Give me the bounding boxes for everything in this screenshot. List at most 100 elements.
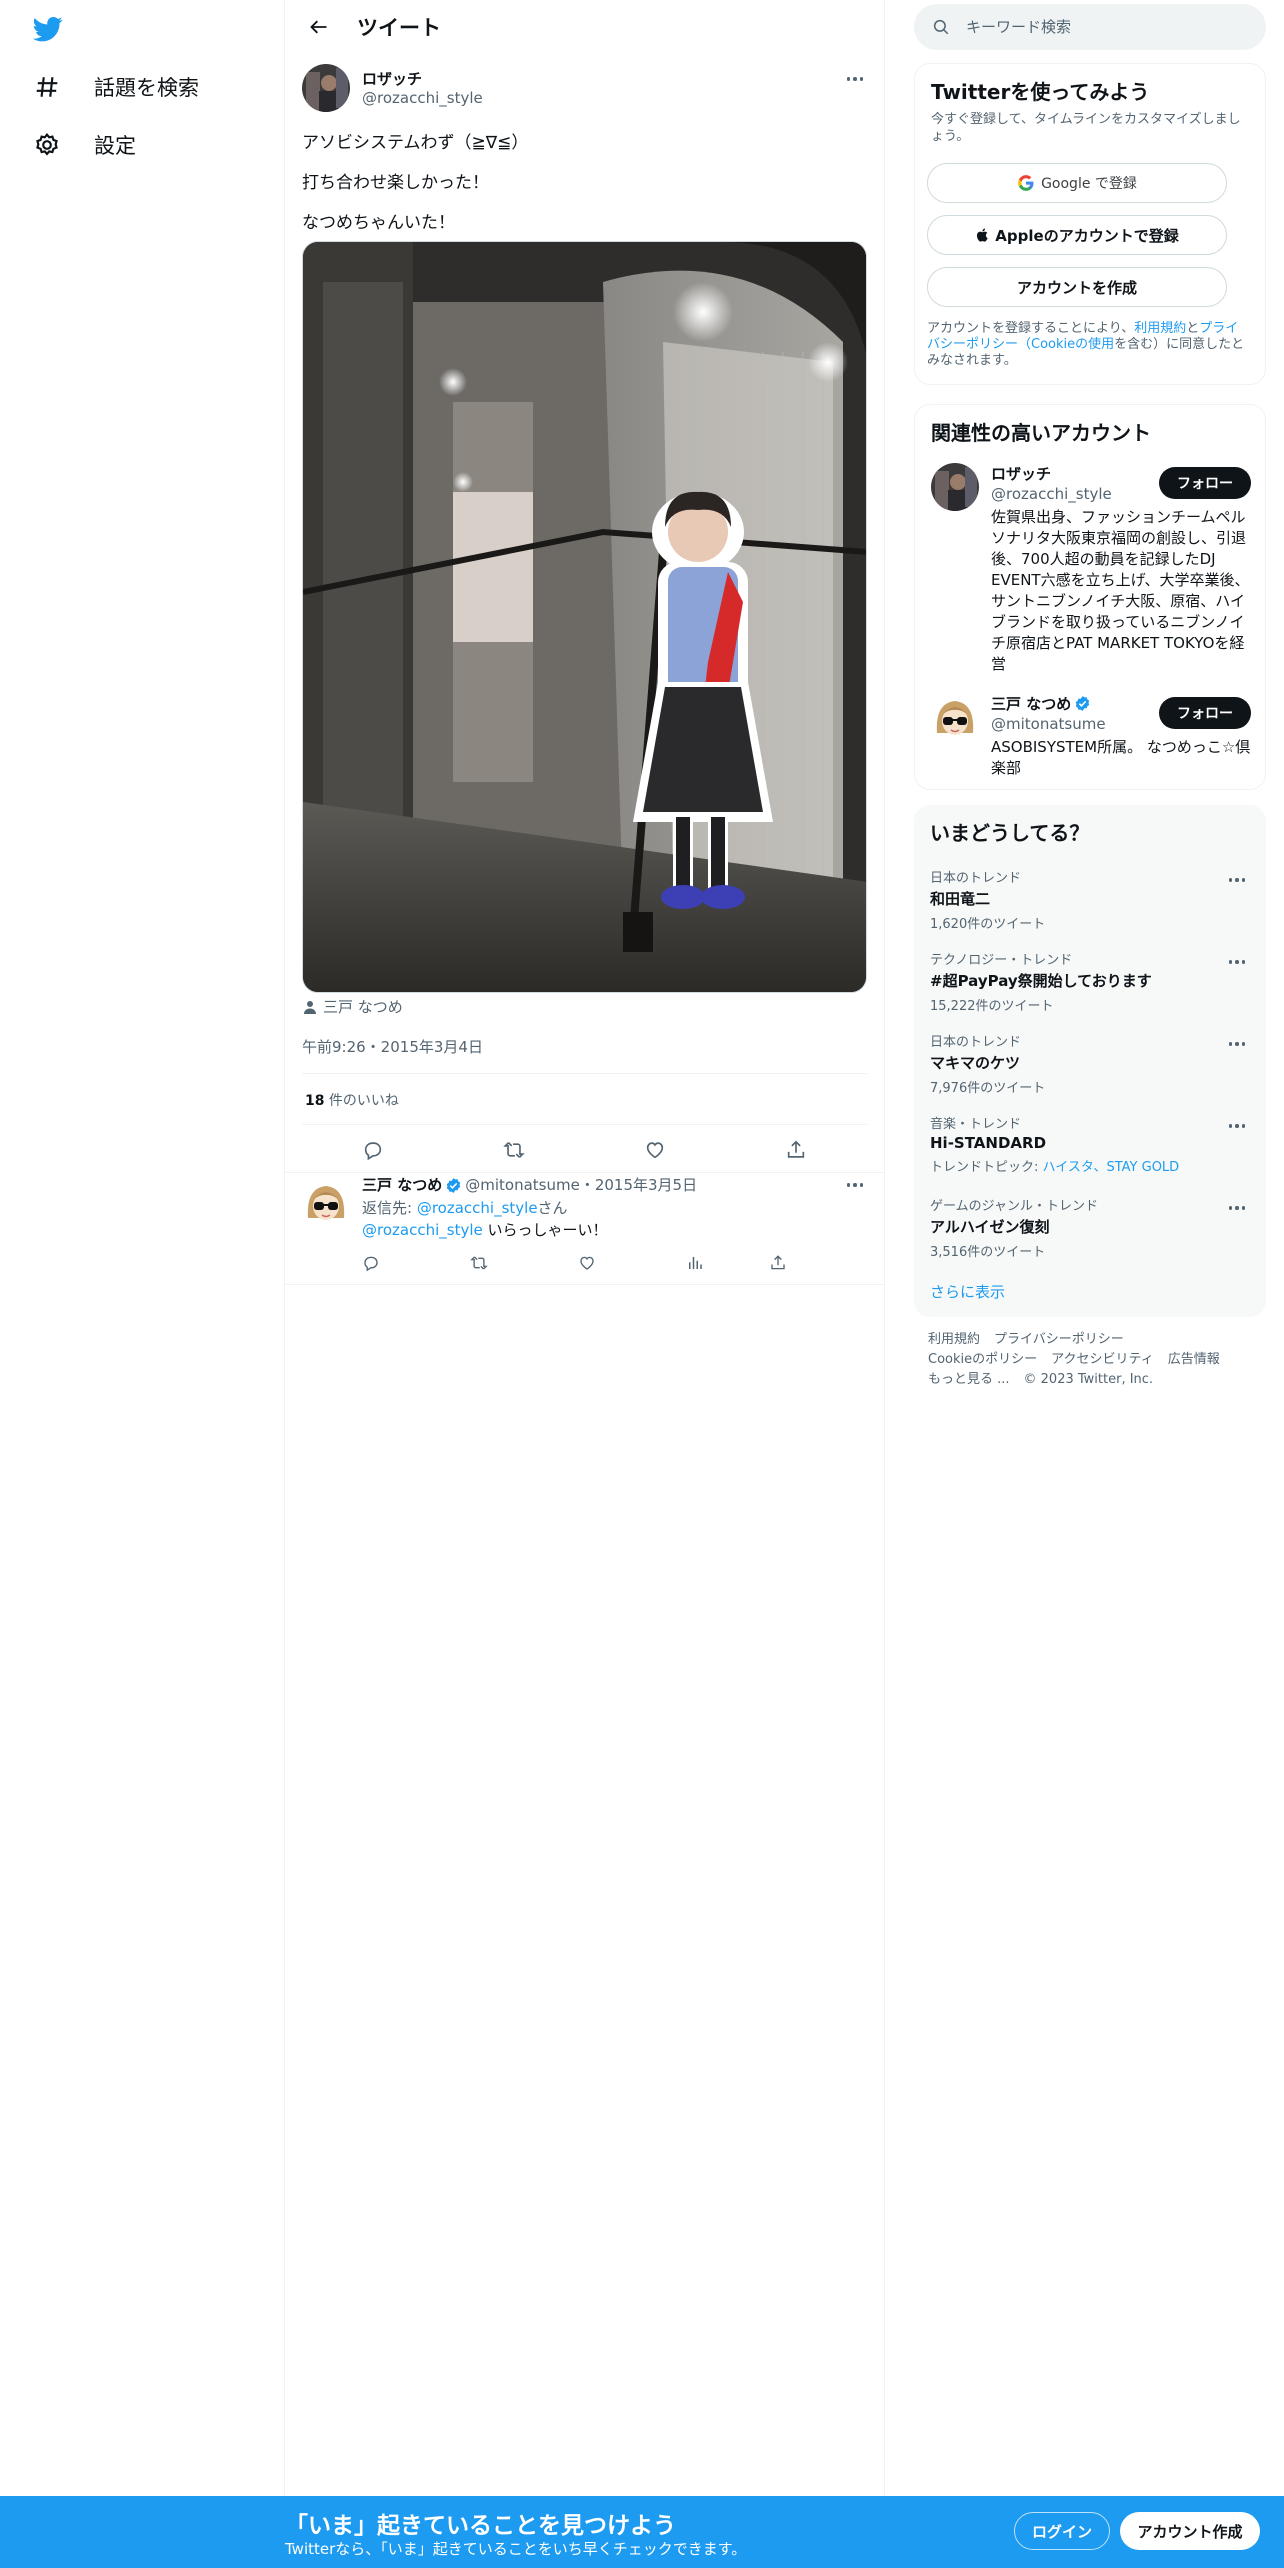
nav-settings[interactable]: 設定	[30, 117, 136, 173]
account-name[interactable]: ロザッチ	[991, 463, 1051, 484]
back-arrow-icon[interactable]	[301, 9, 337, 45]
trends-card: いまどうしてる？ 日本のトレンド 和田竜二 1,620件のツイート テクノロジー…	[914, 805, 1266, 1317]
footer-cookie-link[interactable]: Cookieのポリシー	[928, 1352, 1037, 1367]
trend-count: 15,222件のツイート	[930, 999, 1054, 1014]
share-icon[interactable]	[776, 1130, 816, 1170]
footer-accessibility-link[interactable]: アクセシビリティ	[1051, 1352, 1154, 1367]
show-more-link[interactable]: さらに表示	[930, 1281, 1005, 1302]
account-handle[interactable]: @mitonatsume	[991, 715, 1106, 733]
google-signup-label: Google で登録	[1041, 176, 1137, 192]
login-button[interactable]: ログイン	[1014, 2512, 1110, 2550]
signup-subtitle: 今すぐ登録して、タイムラインをカスタマイズしましょう。	[931, 112, 1241, 144]
apple-signup-button[interactable]: Appleのアカウントで登録	[927, 215, 1227, 255]
footer-more-link[interactable]: もっと見る ...	[928, 1372, 1010, 1387]
footer-copyright: © 2023 Twitter, Inc.	[1023, 1372, 1154, 1387]
trend-more-icon[interactable]	[1224, 1031, 1250, 1057]
trend-meta: テクノロジー・トレンド	[930, 953, 1073, 968]
trend-meta: 日本のトレンド	[930, 1035, 1022, 1050]
follow-button[interactable]: フォロー	[1159, 697, 1251, 729]
divider	[302, 1073, 867, 1074]
trend-more-icon[interactable]	[1224, 1195, 1250, 1221]
trend-meta: 日本のトレンド	[930, 871, 1022, 886]
reply-author-name[interactable]: 三戸 なつめ	[362, 1175, 442, 1195]
replying-to: 返信先: @rozacchi_styleさん	[362, 1197, 568, 1218]
retweet-icon[interactable]	[494, 1130, 534, 1170]
footer-terms-link[interactable]: 利用規約	[928, 1332, 980, 1347]
author-avatar[interactable]	[302, 64, 350, 112]
main-column: ツイート ロザッチ @rozacchi_style アソビシステムわず（≧∇≦）…	[285, 0, 885, 2568]
follow-button[interactable]: フォロー	[1159, 467, 1251, 499]
trend-more-icon[interactable]	[1224, 1113, 1250, 1139]
author-name[interactable]: ロザッチ	[362, 70, 483, 89]
create-account-button[interactable]: アカウントを作成	[927, 267, 1227, 307]
trend-more-icon[interactable]	[1224, 867, 1250, 893]
reply-views-icon[interactable]	[686, 1252, 769, 1274]
reply-retweet-icon[interactable]	[470, 1252, 578, 1274]
trend-meta: 音楽・トレンド	[930, 1117, 1022, 1132]
account-item[interactable]: ロザッチ @rozacchi_style フォロー 佐賀県出身、ファッションチー…	[931, 463, 1251, 673]
reply-date[interactable]: ・2015年3月5日	[580, 1175, 697, 1195]
terms-link[interactable]: 利用規約	[1134, 321, 1186, 336]
twitter-logo-icon[interactable]	[32, 14, 64, 44]
more-options-icon[interactable]	[842, 66, 868, 92]
tweet-photo[interactable]	[302, 241, 867, 993]
trend-count: 3,516件のツイート	[930, 1245, 1046, 1260]
reply-share-icon[interactable]	[769, 1252, 829, 1274]
trend-item[interactable]: 音楽・トレンド Hi-STANDARD トレンドトピック: ハイスタ、STAY …	[930, 1113, 1250, 1175]
reply-body: いらっしゃーい！	[482, 1221, 608, 1239]
gear-icon	[30, 128, 64, 162]
trend-name: #超PayPay祭開始しております	[930, 972, 1152, 990]
footer-ads-link[interactable]: 広告情報	[1168, 1352, 1220, 1367]
account-avatar[interactable]	[931, 463, 979, 511]
signup-title: Twitterを使ってみよう	[931, 80, 1150, 104]
nav-explore[interactable]: 話題を検索	[30, 59, 199, 115]
search-bar[interactable]	[914, 4, 1266, 50]
trend-item[interactable]: 日本のトレンド マキマのケツ 7,976件のツイート	[930, 1031, 1250, 1096]
account-item[interactable]: 三戸 なつめ @mitonatsume フォロー ASOBISYSTEM所属。 …	[931, 693, 1251, 783]
author-handle[interactable]: @rozacchi_style	[362, 89, 483, 108]
relevant-accounts-card: 関連性の高いアカウント ロザッチ @rozacchi_style フォロー 佐賀…	[914, 404, 1266, 790]
trend-name: 和田竜二	[930, 890, 991, 908]
apple-logo-icon	[977, 228, 988, 242]
tweet-timestamp[interactable]: 午前9:26・2015年3月4日	[302, 1036, 483, 1057]
replying-to-link[interactable]: @rozacchi_style	[417, 1199, 538, 1217]
verified-badge-icon	[1076, 696, 1090, 711]
signup-button[interactable]: アカウント作成	[1120, 2512, 1260, 2550]
page-title: ツイート	[357, 16, 441, 40]
trend-item[interactable]: ゲームのジャンル・トレンド アルハイゼン復刻 3,516件のツイート	[930, 1195, 1250, 1260]
trend-count: 1,620件のツイート	[930, 917, 1046, 932]
trend-item[interactable]: 日本のトレンド 和田竜二 1,620件のツイート	[930, 867, 1250, 932]
mention-link[interactable]: @rozacchi_style	[362, 1221, 483, 1239]
legal-prefix: アカウントを登録することにより、	[927, 321, 1135, 336]
tweet-author: ロザッチ @rozacchi_style	[285, 64, 884, 124]
reply-reply-icon[interactable]	[362, 1252, 470, 1274]
nav-explore-label: 話題を検索	[94, 76, 199, 100]
likes-count[interactable]: 18 件のいいね	[305, 1090, 399, 1110]
tagged-user[interactable]: 三戸 なつめ	[302, 996, 403, 1017]
relevant-title: 関連性の高いアカウント	[931, 421, 1151, 445]
trend-topics: トレンドトピック: ハイスタ、STAY GOLD	[930, 1156, 1250, 1175]
reply-avatar[interactable]	[302, 1178, 350, 1226]
trends-title: いまどうしてる？	[930, 821, 1090, 845]
reply-text: @rozacchi_style いらっしゃーい！	[362, 1219, 608, 1240]
tweet-actions	[302, 1130, 867, 1170]
reply-like-heart-icon[interactable]	[578, 1252, 686, 1274]
google-signup-button[interactable]: Google で登録	[927, 163, 1227, 203]
like-heart-icon[interactable]	[635, 1130, 675, 1170]
trend-name: Hi-STANDARD	[930, 1134, 1047, 1152]
account-handle[interactable]: @rozacchi_style	[991, 485, 1112, 503]
tweet-line: アソビシステムわず（≧∇≦）	[302, 133, 529, 153]
reply-header: 三戸 なつめ @mitonatsume ・2015年3月5日	[362, 1175, 697, 1195]
trend-topics-links[interactable]: ハイスタ、STAY GOLD	[1043, 1160, 1180, 1175]
trend-more-icon[interactable]	[1224, 949, 1250, 975]
google-logo-icon	[1018, 175, 1034, 191]
footer-privacy-link[interactable]: プライバシーポリシー	[994, 1332, 1124, 1347]
reply-author-handle[interactable]: @mitonatsume	[465, 1175, 580, 1195]
search-input[interactable]	[966, 18, 1246, 36]
trend-item[interactable]: テクノロジー・トレンド #超PayPay祭開始しております 15,222件のツイ…	[930, 949, 1250, 1014]
reply-icon[interactable]	[353, 1130, 393, 1170]
reply-more-options-icon[interactable]	[842, 1172, 868, 1198]
account-avatar[interactable]	[931, 693, 979, 741]
account-name-text[interactable]: 三戸 なつめ	[991, 693, 1071, 714]
reply-tweet[interactable]: 三戸 なつめ @mitonatsume ・2015年3月5日 返信先: @roz…	[285, 1172, 884, 1285]
